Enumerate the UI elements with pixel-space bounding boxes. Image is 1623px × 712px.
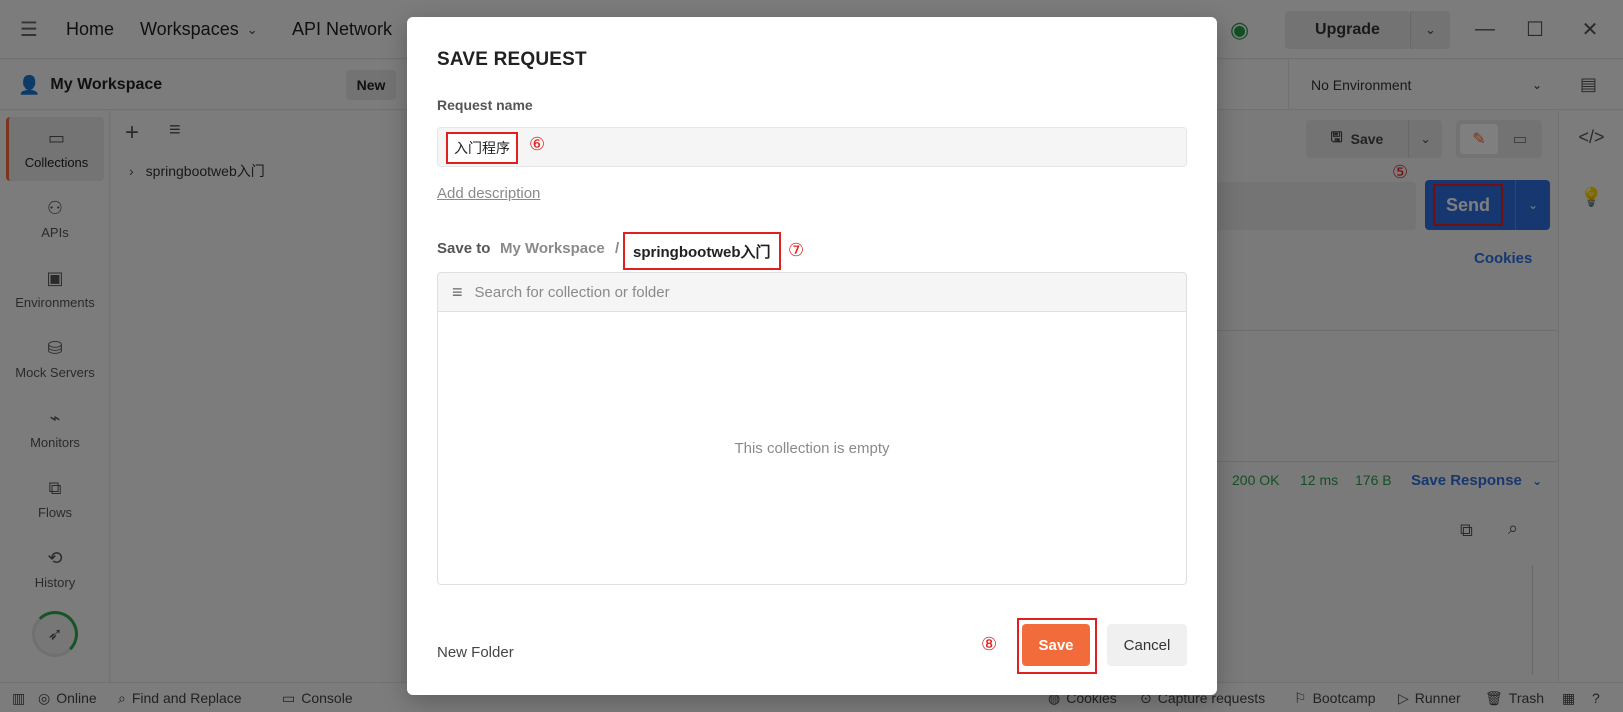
name-step-marker: ⑥ (529, 134, 546, 154)
empty-message: This collection is empty (734, 439, 890, 457)
new-folder-button[interactable]: New Folder (437, 644, 514, 661)
breadcrumb-separator: / (615, 240, 620, 257)
save-request-modal: SAVE REQUEST Request name 入门程序 ⑥ Add des… (407, 17, 1217, 695)
request-name-value: 入门程序 (446, 132, 518, 164)
request-name-label: Request name (437, 97, 533, 113)
request-name-input[interactable]: 入门程序 (437, 127, 1187, 167)
save-step-marker: ⑧ (981, 634, 998, 654)
filter-icon: ≡ (452, 281, 463, 302)
collection-search: ≡ (437, 272, 1187, 312)
save-to-label: Save to (437, 240, 491, 257)
save-button[interactable]: Save (1022, 624, 1090, 666)
modal-title: SAVE REQUEST (437, 49, 587, 70)
cancel-button[interactable]: Cancel (1107, 624, 1187, 666)
breadcrumb-collection[interactable]: springbootweb入门 (623, 232, 781, 270)
collection-search-input[interactable] (474, 283, 1075, 301)
breadcrumb-workspace[interactable]: My Workspace (500, 240, 605, 257)
collection-list: This collection is empty (437, 312, 1187, 585)
add-description-link[interactable]: Add description (437, 185, 540, 202)
collection-step-marker: ⑦ (788, 240, 805, 260)
